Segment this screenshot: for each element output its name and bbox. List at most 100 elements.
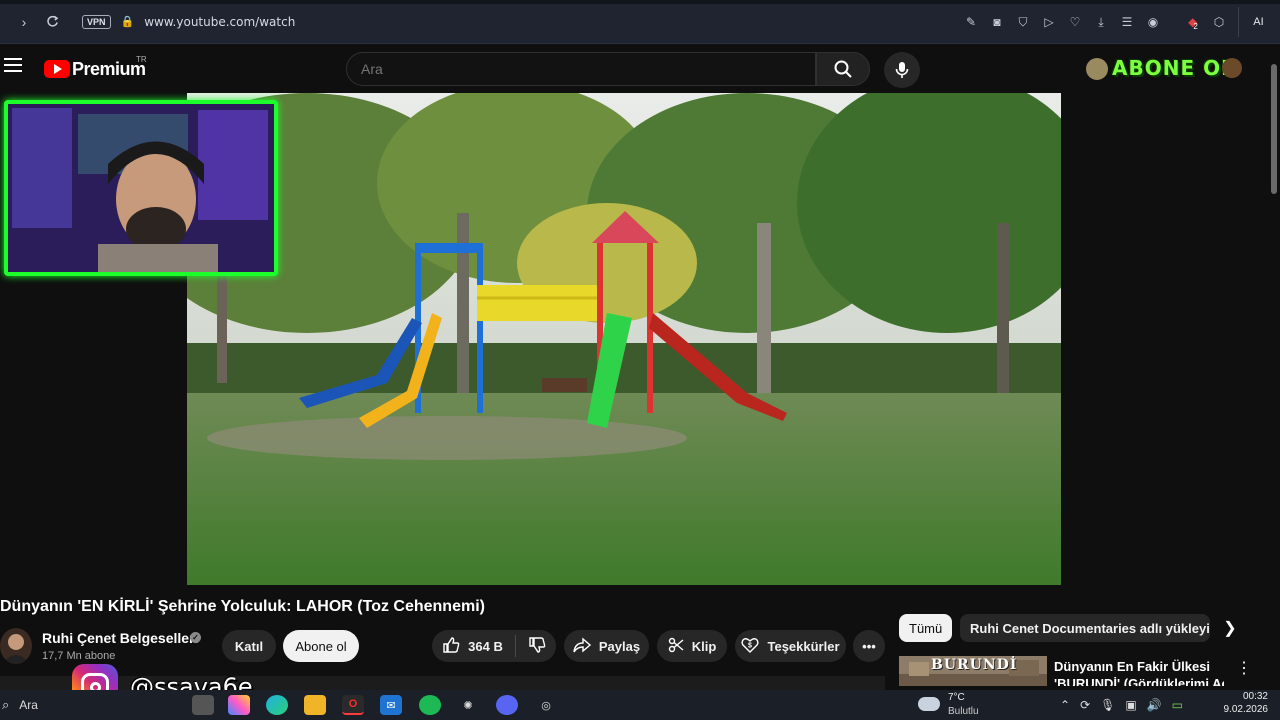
microphone-icon[interactable]: 🎙 — [1100, 698, 1115, 712]
vpn-badge[interactable]: VPN — [82, 14, 111, 29]
share-icon — [573, 636, 591, 656]
network-icon[interactable]: ▣ — [1125, 698, 1136, 712]
chip-all[interactable]: Tümü — [899, 614, 953, 642]
voice-search-button[interactable] — [884, 52, 920, 88]
copilot-icon[interactable] — [228, 695, 250, 715]
taskbar-search[interactable]: ⌕ Ara — [0, 690, 120, 720]
play-icon[interactable]: ▷ — [1036, 9, 1062, 35]
search-box — [346, 52, 816, 86]
profile-icon[interactable]: ◉ — [1140, 9, 1166, 35]
cube-icon[interactable]: ⬡ — [1206, 9, 1232, 35]
dislike-icon[interactable] — [528, 636, 546, 657]
heart-icon[interactable]: ♡ — [1062, 9, 1088, 35]
subscribe-button[interactable]: Abone ol — [283, 630, 359, 662]
search-input[interactable] — [347, 53, 815, 85]
recommendation-title-line2[interactable]: 'BURUNDİ' (Gördüklerimi Açla — [1054, 676, 1224, 686]
channel-avatar[interactable] — [0, 628, 32, 664]
camera-icon[interactable]: ◙ — [984, 9, 1010, 35]
browser-extension-icons: ✎ ◙ ⛉ ▷ ♡ ⤓ ☰ ◉ ◆ 2 ⬡ AI — [958, 0, 1280, 44]
chatgpt-icon[interactable]: ✺ — [457, 695, 479, 715]
edge-icon[interactable] — [266, 695, 288, 715]
obs-icon[interactable]: ◎ — [535, 695, 557, 715]
weather-widget[interactable]: 7°C Bulutlu — [918, 691, 998, 719]
weather-temp: 7°C — [948, 692, 965, 703]
like-count[interactable]: 364 B — [468, 639, 503, 654]
abone-ol-text: ABONE OL — [1112, 56, 1235, 80]
weather-condition: Bulutlu — [948, 706, 979, 717]
join-label: Katıl — [234, 638, 264, 654]
cloud-icon — [918, 697, 940, 711]
sync-icon[interactable]: ⟳ — [1080, 698, 1090, 712]
mail-icon[interactable]: ✉ — [380, 695, 402, 715]
battery-icon[interactable]: ▭ — [1172, 698, 1183, 712]
recommendation-thumbnail[interactable]: BURUNDİ — [899, 656, 1047, 686]
system-tray: ⌃ ⟳ 🎙 ▣ 🔊 ▭ — [1060, 695, 1183, 715]
search-button[interactable] — [816, 52, 870, 86]
share-button[interactable]: Paylaş — [564, 630, 649, 662]
webcam-feed — [8, 104, 274, 272]
clip-label: Klip — [691, 638, 717, 654]
recommendation-title[interactable]: Dünyanın En Fakir Ülkesi — [1054, 659, 1210, 674]
chevron-right-icon[interactable]: ❯ — [1218, 616, 1242, 640]
video-title: Dünyanın 'EN KİRLİ' Şehrine Yolculuk: LA… — [0, 598, 485, 615]
join-button[interactable]: Katıl — [222, 630, 276, 662]
extension-badge-icon[interactable]: ◆ 2 — [1180, 9, 1206, 35]
file-icon[interactable] — [192, 695, 214, 715]
more-icon: ••• — [862, 638, 876, 654]
verified-icon: ✓ — [190, 632, 201, 643]
taskbar-search-label: Ara — [19, 698, 38, 712]
scissors-icon — [668, 637, 684, 656]
extension-count: 2 — [1193, 21, 1198, 31]
discord-icon[interactable] — [496, 695, 518, 715]
video-frame — [187, 93, 1061, 585]
browser-toolbar: › VPN 🔒 www.youtube.com/watch ✎ ◙ ⛉ ▷ ♡ … — [0, 0, 1280, 44]
search-icon: ⌕ — [2, 697, 10, 712]
edit-icon[interactable]: ✎ — [958, 9, 984, 35]
thanks-button[interactable]: $ Teşekkürler — [735, 630, 846, 662]
youtube-logo-icon[interactable] — [44, 60, 70, 78]
ai-label: AI — [1253, 16, 1264, 28]
skull-icon — [1086, 58, 1108, 80]
like-icon[interactable] — [442, 636, 460, 657]
lock-icon[interactable]: 🔒 — [121, 15, 135, 28]
subscriber-count: 17,7 Mn abone — [42, 650, 116, 662]
microphone-icon — [895, 62, 909, 78]
thumbnail-text: BURUNDİ — [931, 657, 1018, 673]
clip-button[interactable]: Klip — [657, 630, 727, 662]
like-dislike-group: 364 B — [432, 630, 556, 662]
streamer-webcam — [4, 100, 278, 276]
volume-icon[interactable]: 🔊 — [1147, 698, 1162, 712]
subscribe-label: Abone ol — [295, 638, 347, 654]
thanks-label: Teşekkürler — [767, 638, 840, 654]
thanks-icon: $ — [741, 636, 760, 657]
kebab-menu-icon[interactable]: ⋮ — [1236, 658, 1252, 678]
menu-list-icon[interactable]: ☰ — [1114, 9, 1140, 35]
menu-icon[interactable] — [4, 58, 22, 72]
chevron-up-icon[interactable]: ⌃ — [1060, 698, 1070, 712]
mascot-icon — [1222, 58, 1242, 78]
chip-from-uploader[interactable]: Ruhi Cenet Documentaries adlı yükleyicid… — [960, 614, 1210, 642]
forward-icon[interactable]: › — [10, 8, 38, 36]
video-player[interactable] — [187, 93, 1061, 585]
svg-text:$: $ — [749, 642, 753, 649]
subscribe-overlay: ABONE OL — [1086, 52, 1246, 84]
opera-icon[interactable]: O — [342, 695, 364, 715]
region-code: TR — [136, 55, 147, 64]
folder-icon[interactable] — [304, 695, 326, 715]
reload-icon[interactable] — [38, 8, 66, 36]
channel-name[interactable]: Ruhi Çenet Belgeselleri — [42, 630, 198, 646]
more-actions-button[interactable]: ••• — [853, 630, 885, 662]
search-icon — [834, 60, 852, 78]
page-scrollbar[interactable] — [1268, 44, 1280, 684]
address-bar[interactable]: www.youtube.com/watch — [144, 15, 295, 29]
share-label: Paylaş — [598, 638, 641, 654]
ai-button[interactable]: AI — [1238, 7, 1278, 37]
download-icon[interactable]: ⤓ — [1088, 9, 1114, 35]
os-taskbar: ⌕ Ara O ✉ ✺ ◎ 7°C Bulutlu ⌃ ⟳ 🎙 ▣ 🔊 ▭ 00… — [0, 690, 1280, 720]
clock-time: 00:32 — [1242, 691, 1268, 702]
shield-icon[interactable]: ⛉ — [1010, 9, 1036, 35]
scrollbar-thumb[interactable] — [1271, 64, 1277, 194]
spotify-icon[interactable] — [419, 695, 441, 715]
clock[interactable]: 00:32 9.02.2026 — [1218, 691, 1269, 715]
youtube-brand[interactable]: Premium — [72, 59, 146, 80]
